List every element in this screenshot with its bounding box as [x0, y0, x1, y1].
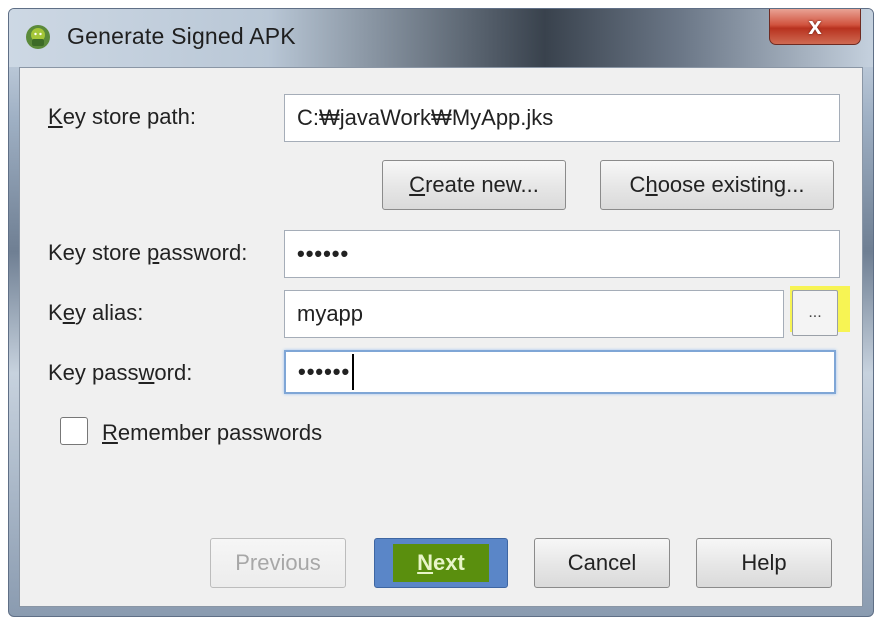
key-store-password-field[interactable]: •••••• [284, 230, 840, 278]
key-alias-label: Key alias: [48, 300, 144, 325]
key-password-label: Key password: [48, 360, 193, 385]
remember-passwords-checkbox[interactable] [60, 417, 88, 445]
close-icon: x [808, 12, 822, 40]
key-alias-field[interactable]: myapp [284, 290, 784, 338]
key-alias-browse-button[interactable]: ... [792, 290, 838, 336]
title-bar[interactable]: Generate Signed APK x [9, 9, 873, 67]
text-caret [352, 354, 355, 390]
create-new-button[interactable]: Create new... [382, 160, 566, 210]
key-store-password-label: Key store password: [48, 240, 248, 265]
key-alias-value: myapp [297, 301, 364, 326]
key-password-field[interactable]: •••••• [284, 350, 836, 394]
android-studio-icon [26, 25, 50, 49]
key-store-path-value: C:₩javaWork₩MyApp.jks [297, 105, 554, 130]
key-password-value: •••••• [298, 359, 351, 384]
dialog-window: Generate Signed APK x Key store path: C:… [8, 8, 874, 617]
key-store-path-field[interactable]: C:₩javaWork₩MyApp.jks [284, 94, 840, 142]
window-title: Generate Signed APK [67, 23, 296, 49]
key-store-password-value: •••••• [297, 241, 350, 266]
previous-button[interactable]: Previous [210, 538, 346, 588]
choose-existing-button[interactable]: Ch oose existing... [600, 160, 834, 210]
next-button[interactable]: Next [374, 538, 508, 588]
dialog-content: Key store path: C:₩javaWork₩MyApp.jks Cr… [19, 67, 863, 607]
help-button[interactable]: Help [696, 538, 832, 588]
cancel-button[interactable]: Cancel [534, 538, 670, 588]
close-button[interactable]: x [769, 9, 861, 45]
key-store-path-label: Key store path: [48, 104, 196, 129]
next-button-label: Next [393, 544, 489, 582]
ellipsis-icon: ... [808, 304, 822, 321]
remember-passwords-label[interactable]: Remember passwords [102, 420, 322, 446]
